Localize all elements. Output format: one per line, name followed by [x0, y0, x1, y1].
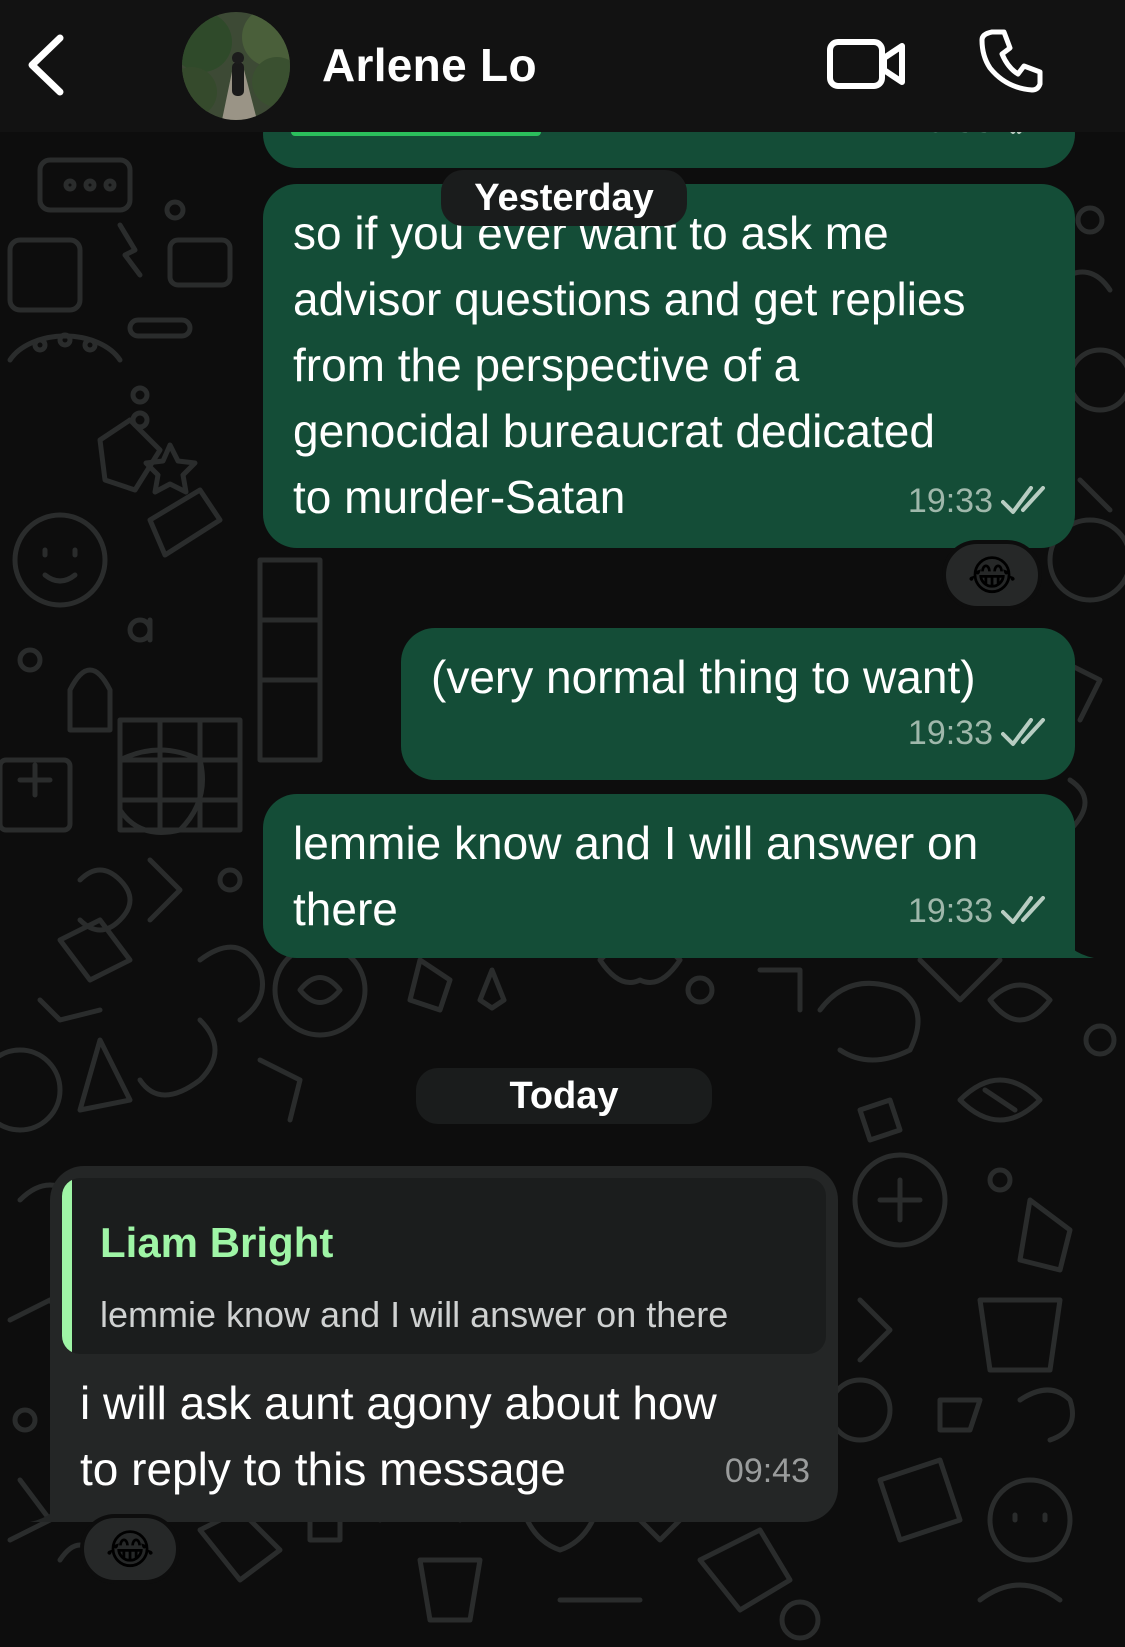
outgoing-message-bubble[interactable]: lemmie know and I will answer on there 1…	[263, 794, 1075, 958]
message-meta: 19:33	[908, 878, 1047, 944]
contact-name[interactable]: Arlene Lo	[322, 38, 537, 92]
video-camera-icon	[827, 39, 905, 89]
double-check-icon	[1001, 718, 1045, 746]
outgoing-message-bubble[interactable]: so if you ever want to ask me advisor qu…	[263, 184, 1075, 548]
bubble-tail	[30, 1494, 64, 1522]
message-text: so if you ever want to ask me advisor qu…	[293, 207, 966, 523]
reaction-badge[interactable]: 😂	[942, 540, 1042, 610]
reaction-emoji: 😂	[967, 551, 1017, 599]
double-check-icon	[1001, 486, 1045, 514]
reaction-badge[interactable]: 😂	[80, 1514, 180, 1584]
chat-screen: Arlene Lo 19:33 Yesterday so if you ever…	[0, 0, 1125, 1647]
quoted-message[interactable]: Liam Bright lemmie know and I will answe…	[62, 1178, 826, 1354]
message-text: i will ask aunt agony about how to reply…	[80, 1377, 717, 1495]
message-time: 19:33	[907, 714, 993, 752]
message-meta: 19:33	[908, 468, 1047, 534]
reaction-emoji: 😂	[105, 1525, 155, 1573]
date-separator-yesterday: Yesterday	[441, 170, 687, 226]
chevron-left-icon	[28, 34, 64, 96]
message-text: lemmie know and I will answer on there	[293, 817, 979, 935]
voice-call-button[interactable]	[978, 28, 1044, 94]
message-time: 19:33	[907, 482, 993, 520]
video-call-button[interactable]	[826, 36, 908, 92]
date-separator-today: Today	[416, 1068, 712, 1124]
back-button[interactable]	[22, 32, 72, 98]
message-time: 09:43	[724, 1452, 810, 1490]
message-meta: 09:43	[725, 1438, 810, 1504]
message-meta: 19:33	[908, 700, 1047, 766]
avatar-photo	[182, 12, 290, 120]
phone-icon	[979, 29, 1043, 93]
message-text: (very normal thing to want)	[431, 651, 976, 703]
incoming-message-bubble[interactable]: Liam Bright lemmie know and I will answe…	[50, 1166, 838, 1522]
contact-avatar[interactable]	[182, 12, 290, 120]
quote-accent-bar	[62, 1178, 72, 1354]
outgoing-message-bubble[interactable]: (very normal thing to want) 19:33	[401, 628, 1075, 780]
chat-header: Arlene Lo	[0, 0, 1125, 132]
double-check-icon	[1001, 896, 1045, 924]
bubble-tail	[1060, 930, 1094, 958]
quote-author: Liam Bright	[100, 1219, 334, 1266]
message-time: 19:33	[907, 892, 993, 930]
quote-text: lemmie know and I will answer on there	[100, 1294, 729, 1335]
